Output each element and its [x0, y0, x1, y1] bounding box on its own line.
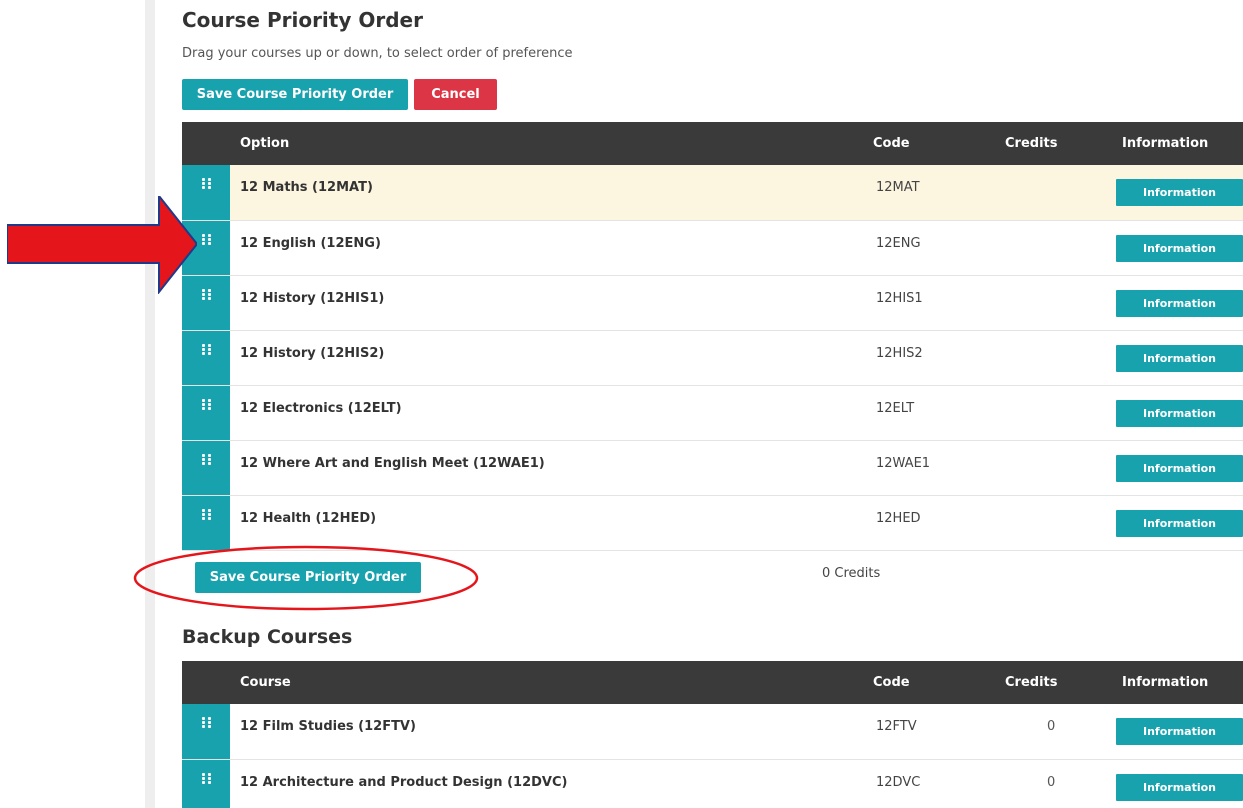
red-ellipse-annotation	[133, 545, 479, 611]
course-code: 12HED	[876, 510, 921, 526]
course-credits	[970, 385, 1110, 440]
code-column-header: Code	[873, 136, 910, 151]
information-cell: Information	[1110, 385, 1243, 440]
information-column-header: Information	[1122, 136, 1209, 151]
information-button[interactable]: Information	[1116, 289, 1243, 317]
total-credits: 0 Credits	[822, 566, 881, 581]
handle-column-header	[182, 122, 230, 165]
information-cell: Information	[1110, 220, 1243, 275]
course-code: 12ENG	[876, 235, 921, 251]
information-cell: Information	[1110, 495, 1243, 550]
course-credits	[970, 495, 1110, 550]
red-arrow-annotation	[7, 196, 197, 294]
course-name: 12 English (12ENG)	[240, 235, 381, 251]
drag-handle[interactable]	[182, 330, 230, 385]
drag-handle[interactable]	[182, 385, 230, 440]
drag-handle-icon	[201, 453, 211, 465]
information-cell: Information	[1110, 759, 1243, 808]
code-column-header: Code	[873, 675, 910, 690]
information-button[interactable]: Information	[1116, 234, 1243, 262]
information-button[interactable]: Information	[1116, 179, 1243, 206]
priority-table: Option Code Credits Information 12 Maths…	[182, 122, 1243, 551]
course-name: 12 History (12HIS1)	[240, 290, 385, 306]
priority-table-header: Option Code Credits Information	[182, 122, 1243, 165]
drag-handle-icon	[201, 233, 211, 245]
information-cell: Information	[1110, 330, 1243, 385]
course-code: 12HIS2	[876, 345, 923, 361]
drag-handle-icon	[201, 398, 211, 410]
course-code: 12DVC	[876, 774, 921, 790]
course-credits	[970, 275, 1110, 330]
page-subtitle: Drag your courses up or down, to select …	[182, 46, 573, 61]
table-row[interactable]: 12 History (12HIS1) 12HIS1 Information	[182, 275, 1243, 330]
information-cell: Information	[1110, 275, 1243, 330]
backup-table: Course Code Credits Information 12 Film …	[182, 661, 1243, 808]
drag-handle[interactable]	[182, 759, 230, 808]
drag-handle-icon	[201, 178, 211, 189]
course-name: 12 Maths (12MAT)	[240, 180, 373, 195]
course-code: 12WAE1	[876, 455, 931, 471]
drag-handle-icon	[201, 288, 211, 300]
table-row[interactable]: 12 English (12ENG) 12ENG Information	[182, 220, 1243, 275]
page-title: Course Priority Order	[182, 8, 423, 32]
course-credits: 0	[1047, 719, 1056, 734]
information-column-header: Information	[1122, 675, 1209, 690]
course-code: 12FTV	[876, 719, 917, 734]
option-column-header: Option	[240, 136, 290, 151]
save-priority-button[interactable]: Save Course Priority Order	[182, 79, 408, 110]
drag-handle[interactable]	[182, 440, 230, 495]
information-cell: Information	[1110, 704, 1243, 759]
course-code: 12HIS1	[876, 290, 923, 306]
information-button[interactable]: Information	[1116, 773, 1243, 801]
course-column-header: Course	[240, 675, 291, 690]
course-credits: 0	[1047, 774, 1056, 790]
table-row[interactable]: 12 Architecture and Product Design (12DV…	[182, 759, 1243, 808]
course-name: 12 Electronics (12ELT)	[240, 400, 402, 416]
drag-handle-icon	[201, 508, 211, 520]
information-button[interactable]: Information	[1116, 399, 1243, 427]
drag-handle-icon	[201, 772, 211, 784]
course-name: 12 Health (12HED)	[240, 510, 377, 526]
information-button[interactable]: Information	[1116, 718, 1243, 745]
information-cell: Information	[1110, 440, 1243, 495]
drag-handle-icon	[201, 343, 211, 355]
course-code: 12ELT	[876, 400, 915, 416]
table-row[interactable]: 12 Film Studies (12FTV) 12FTV 0 Informat…	[182, 704, 1243, 759]
drag-handle[interactable]	[182, 704, 230, 759]
credits-column-header: Credits	[1005, 675, 1058, 690]
information-button[interactable]: Information	[1116, 454, 1243, 482]
table-row[interactable]: 12 History (12HIS2) 12HIS2 Information	[182, 330, 1243, 385]
course-credits	[970, 165, 1110, 220]
course-name: 12 Film Studies (12FTV)	[240, 719, 416, 734]
credits-column-header: Credits	[1005, 136, 1058, 151]
drag-handle-icon	[201, 717, 211, 728]
information-button[interactable]: Information	[1116, 344, 1243, 372]
information-cell: Information	[1110, 165, 1243, 220]
course-name: 12 Where Art and English Meet (12WAE1)	[240, 455, 545, 471]
handle-column-header	[182, 661, 230, 704]
drag-handle[interactable]	[182, 495, 230, 550]
course-name: 12 History (12HIS2)	[240, 345, 385, 361]
cancel-button[interactable]: Cancel	[414, 79, 497, 110]
course-credits	[970, 440, 1110, 495]
course-code: 12MAT	[876, 180, 920, 195]
table-row[interactable]: 12 Where Art and English Meet (12WAE1) 1…	[182, 440, 1243, 495]
left-rail	[145, 0, 155, 808]
course-name: 12 Architecture and Product Design (12DV…	[240, 774, 568, 790]
backup-section-title: Backup Courses	[182, 626, 353, 648]
information-button[interactable]: Information	[1116, 509, 1243, 537]
course-credits	[970, 330, 1110, 385]
backup-table-header: Course Code Credits Information	[182, 661, 1243, 704]
table-row[interactable]: 12 Health (12HED) 12HED Information	[182, 495, 1243, 550]
table-row[interactable]: 12 Electronics (12ELT) 12ELT Information	[182, 385, 1243, 440]
table-row[interactable]: 12 Maths (12MAT) 12MAT Information	[182, 165, 1243, 220]
course-credits	[970, 220, 1110, 275]
